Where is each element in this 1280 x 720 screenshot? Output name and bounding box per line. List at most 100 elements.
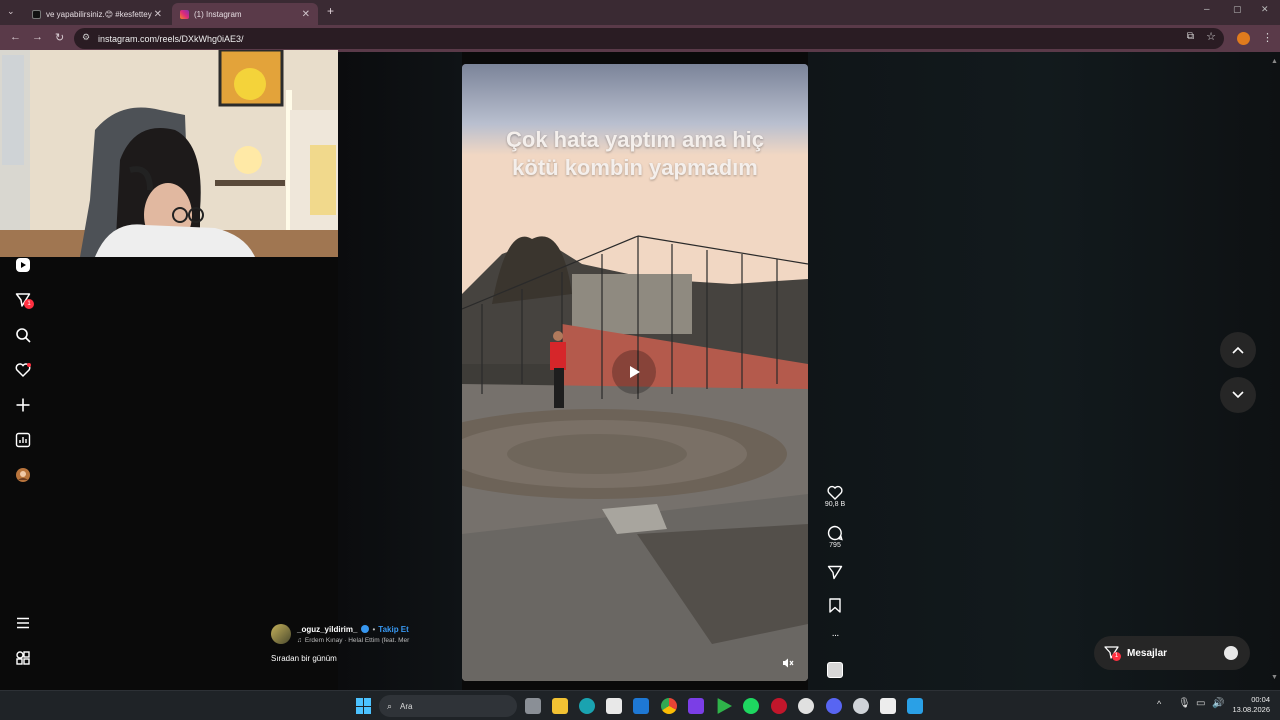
chrome-icon[interactable] (661, 698, 677, 714)
edge-browser-icon[interactable] (579, 698, 595, 714)
next-reel-button[interactable] (1220, 377, 1256, 413)
close-icon[interactable]: ✕ (154, 9, 162, 20)
tab-instagram[interactable]: (1) Instagram ✕ (172, 3, 318, 25)
menu-kebab-icon[interactable]: ⋮ (1262, 31, 1273, 44)
previous-reel-button[interactable] (1220, 332, 1256, 368)
direct-messages-nav-icon[interactable]: 1 (14, 291, 34, 309)
like-count: 90,8 B (824, 501, 846, 508)
more-options-action[interactable]: ··· (822, 630, 848, 641)
steam-icon[interactable] (853, 698, 869, 714)
separator-dot: • (372, 624, 376, 634)
like-action[interactable]: 90,8 B (822, 485, 848, 508)
taskbar-search-box[interactable]: ⌕ Ara (379, 695, 517, 717)
background-panel (338, 52, 462, 690)
back-icon[interactable]: ← (10, 31, 21, 43)
audio-thumbnail-icon[interactable] (827, 662, 843, 678)
author-username[interactable]: _oguz_yildirim_ (297, 625, 357, 634)
outlook-icon[interactable] (633, 698, 649, 714)
clock-date: 13.08.2026 (1232, 705, 1270, 714)
window-close-icon[interactable]: ✕ (1261, 4, 1269, 15)
microphone-icon[interactable]: 🎙 (1178, 698, 1191, 709)
messages-paper-plane-icon: 1 (1104, 646, 1121, 661)
minimize-icon[interactable]: – (1204, 4, 1210, 15)
tab-label: ve yapabilirsiniz.😊 #kesfettey (46, 9, 152, 19)
task-view-icon[interactable] (525, 698, 541, 714)
play-icon (630, 366, 640, 378)
taskbar-clock[interactable]: 00:04 13.08.2026 (1226, 695, 1270, 715)
display-icon[interactable]: ▭ (1196, 698, 1205, 709)
music-note-icon: ♫ (297, 636, 302, 644)
site-info-icon[interactable]: ⚙ (82, 32, 90, 43)
share-paper-plane-icon[interactable] (827, 565, 843, 580)
audio-track-label[interactable]: Erdem Kınay · Helal Ettim (feat. Mer (305, 637, 409, 644)
avatar (1224, 646, 1238, 660)
search-nav-icon[interactable] (14, 326, 32, 344)
instagram-favicon-icon (180, 9, 189, 19)
heart-icon[interactable] (827, 485, 843, 500)
volume-icon[interactable]: 🔊 (1212, 698, 1224, 709)
create-plus-icon[interactable] (14, 396, 32, 414)
notification-badge: 1 (24, 299, 34, 309)
webcam-image (0, 50, 338, 257)
photos-app-icon[interactable] (907, 698, 923, 714)
scrollbar-down-icon[interactable]: ▼ (1271, 674, 1278, 681)
messages-button[interactable]: 1 Mesajlar (1094, 636, 1250, 670)
reel-caption: Sıradan bir günüm (271, 654, 337, 663)
openai-app-icon[interactable] (798, 698, 814, 714)
reload-icon[interactable]: ↻ (55, 31, 64, 44)
verified-badge-icon (361, 625, 370, 633)
bookmark-star-icon[interactable]: ☆ (1206, 30, 1216, 43)
close-icon[interactable]: ✕ (302, 9, 310, 20)
overlay-line-1: Çok hata yaptım ama hiç (506, 127, 764, 152)
discord-icon[interactable] (826, 698, 842, 714)
tab-search-icon[interactable]: ⌄ (7, 6, 15, 17)
clipchamp-icon[interactable] (688, 698, 704, 714)
share-action[interactable] (822, 565, 848, 580)
audio-thumbnail[interactable] (822, 662, 848, 678)
comment-icon[interactable] (827, 525, 843, 541)
system-tray-chevron-icon[interactable]: ^ (1157, 699, 1161, 709)
shield-app-icon[interactable] (771, 698, 787, 714)
more-menu-icon[interactable] (14, 614, 32, 632)
profile-avatar[interactable] (1237, 32, 1250, 45)
clock-time: 00:04 (1251, 695, 1270, 704)
url-text: instagram.com/reels/DXkWhg0iAE3/ (98, 33, 244, 44)
also-from-meta-icon[interactable] (14, 649, 32, 667)
game-launcher-icon[interactable] (717, 698, 732, 714)
tab-tiktok[interactable]: ve yapabilirsiniz.😊 #kesfettey ✕ (24, 3, 170, 25)
spotify-icon[interactable] (743, 698, 759, 714)
notifications-heart-icon[interactable] (14, 361, 32, 379)
windows-taskbar: ⌕ Ara ^ 🎙 ▭ 🔊 00:04 13.08.2026 (0, 690, 1280, 720)
follow-button[interactable]: Takip Et (378, 625, 409, 634)
insights-chart-icon[interactable] (14, 431, 32, 449)
messages-badge: 1 (1112, 652, 1121, 661)
profile-avatar-icon[interactable] (14, 466, 32, 484)
play-button[interactable] (612, 350, 656, 394)
reels-nav-icon[interactable] (14, 256, 32, 274)
install-app-icon[interactable]: ⧉ (1187, 31, 1194, 42)
mute-button[interactable] (782, 656, 798, 672)
comment-action[interactable]: 795 (822, 525, 848, 549)
more-options-icon[interactable]: ··· (832, 630, 840, 641)
search-placeholder: Ara (400, 701, 413, 711)
snipping-tool-icon[interactable] (880, 698, 896, 714)
forward-icon[interactable]: → (32, 31, 43, 43)
scrollbar-up-icon[interactable]: ▲ (1271, 58, 1278, 65)
microsoft-store-icon[interactable] (606, 698, 622, 714)
reel-video[interactable]: Çok hata yaptım ama hiç kötü kombin yapm… (462, 64, 808, 681)
chevron-up-icon (1232, 346, 1244, 354)
background-panel (808, 52, 1280, 690)
author-avatar[interactable] (271, 624, 291, 644)
reel-author-info: _oguz_yildirim_ • Takip Et ♫ Erdem Kınay… (271, 624, 451, 663)
tab-label: (1) Instagram (194, 9, 242, 19)
address-bar[interactable]: ⚙ instagram.com/reels/DXkWhg0iAE3/ ⧉ ☆ (74, 28, 1224, 49)
file-explorer-icon[interactable] (552, 698, 568, 714)
bookmark-icon[interactable] (828, 598, 842, 613)
new-tab-button[interactable]: + (327, 4, 334, 18)
chevron-down-icon (1232, 391, 1244, 399)
save-action[interactable] (822, 598, 848, 613)
reel-overlay-text: Çok hata yaptım ama hiç kötü kombin yapm… (462, 126, 808, 182)
windows-start-icon[interactable] (356, 698, 372, 714)
muted-speaker-icon (783, 658, 794, 668)
maximize-icon[interactable]: ▢ (1233, 4, 1242, 15)
